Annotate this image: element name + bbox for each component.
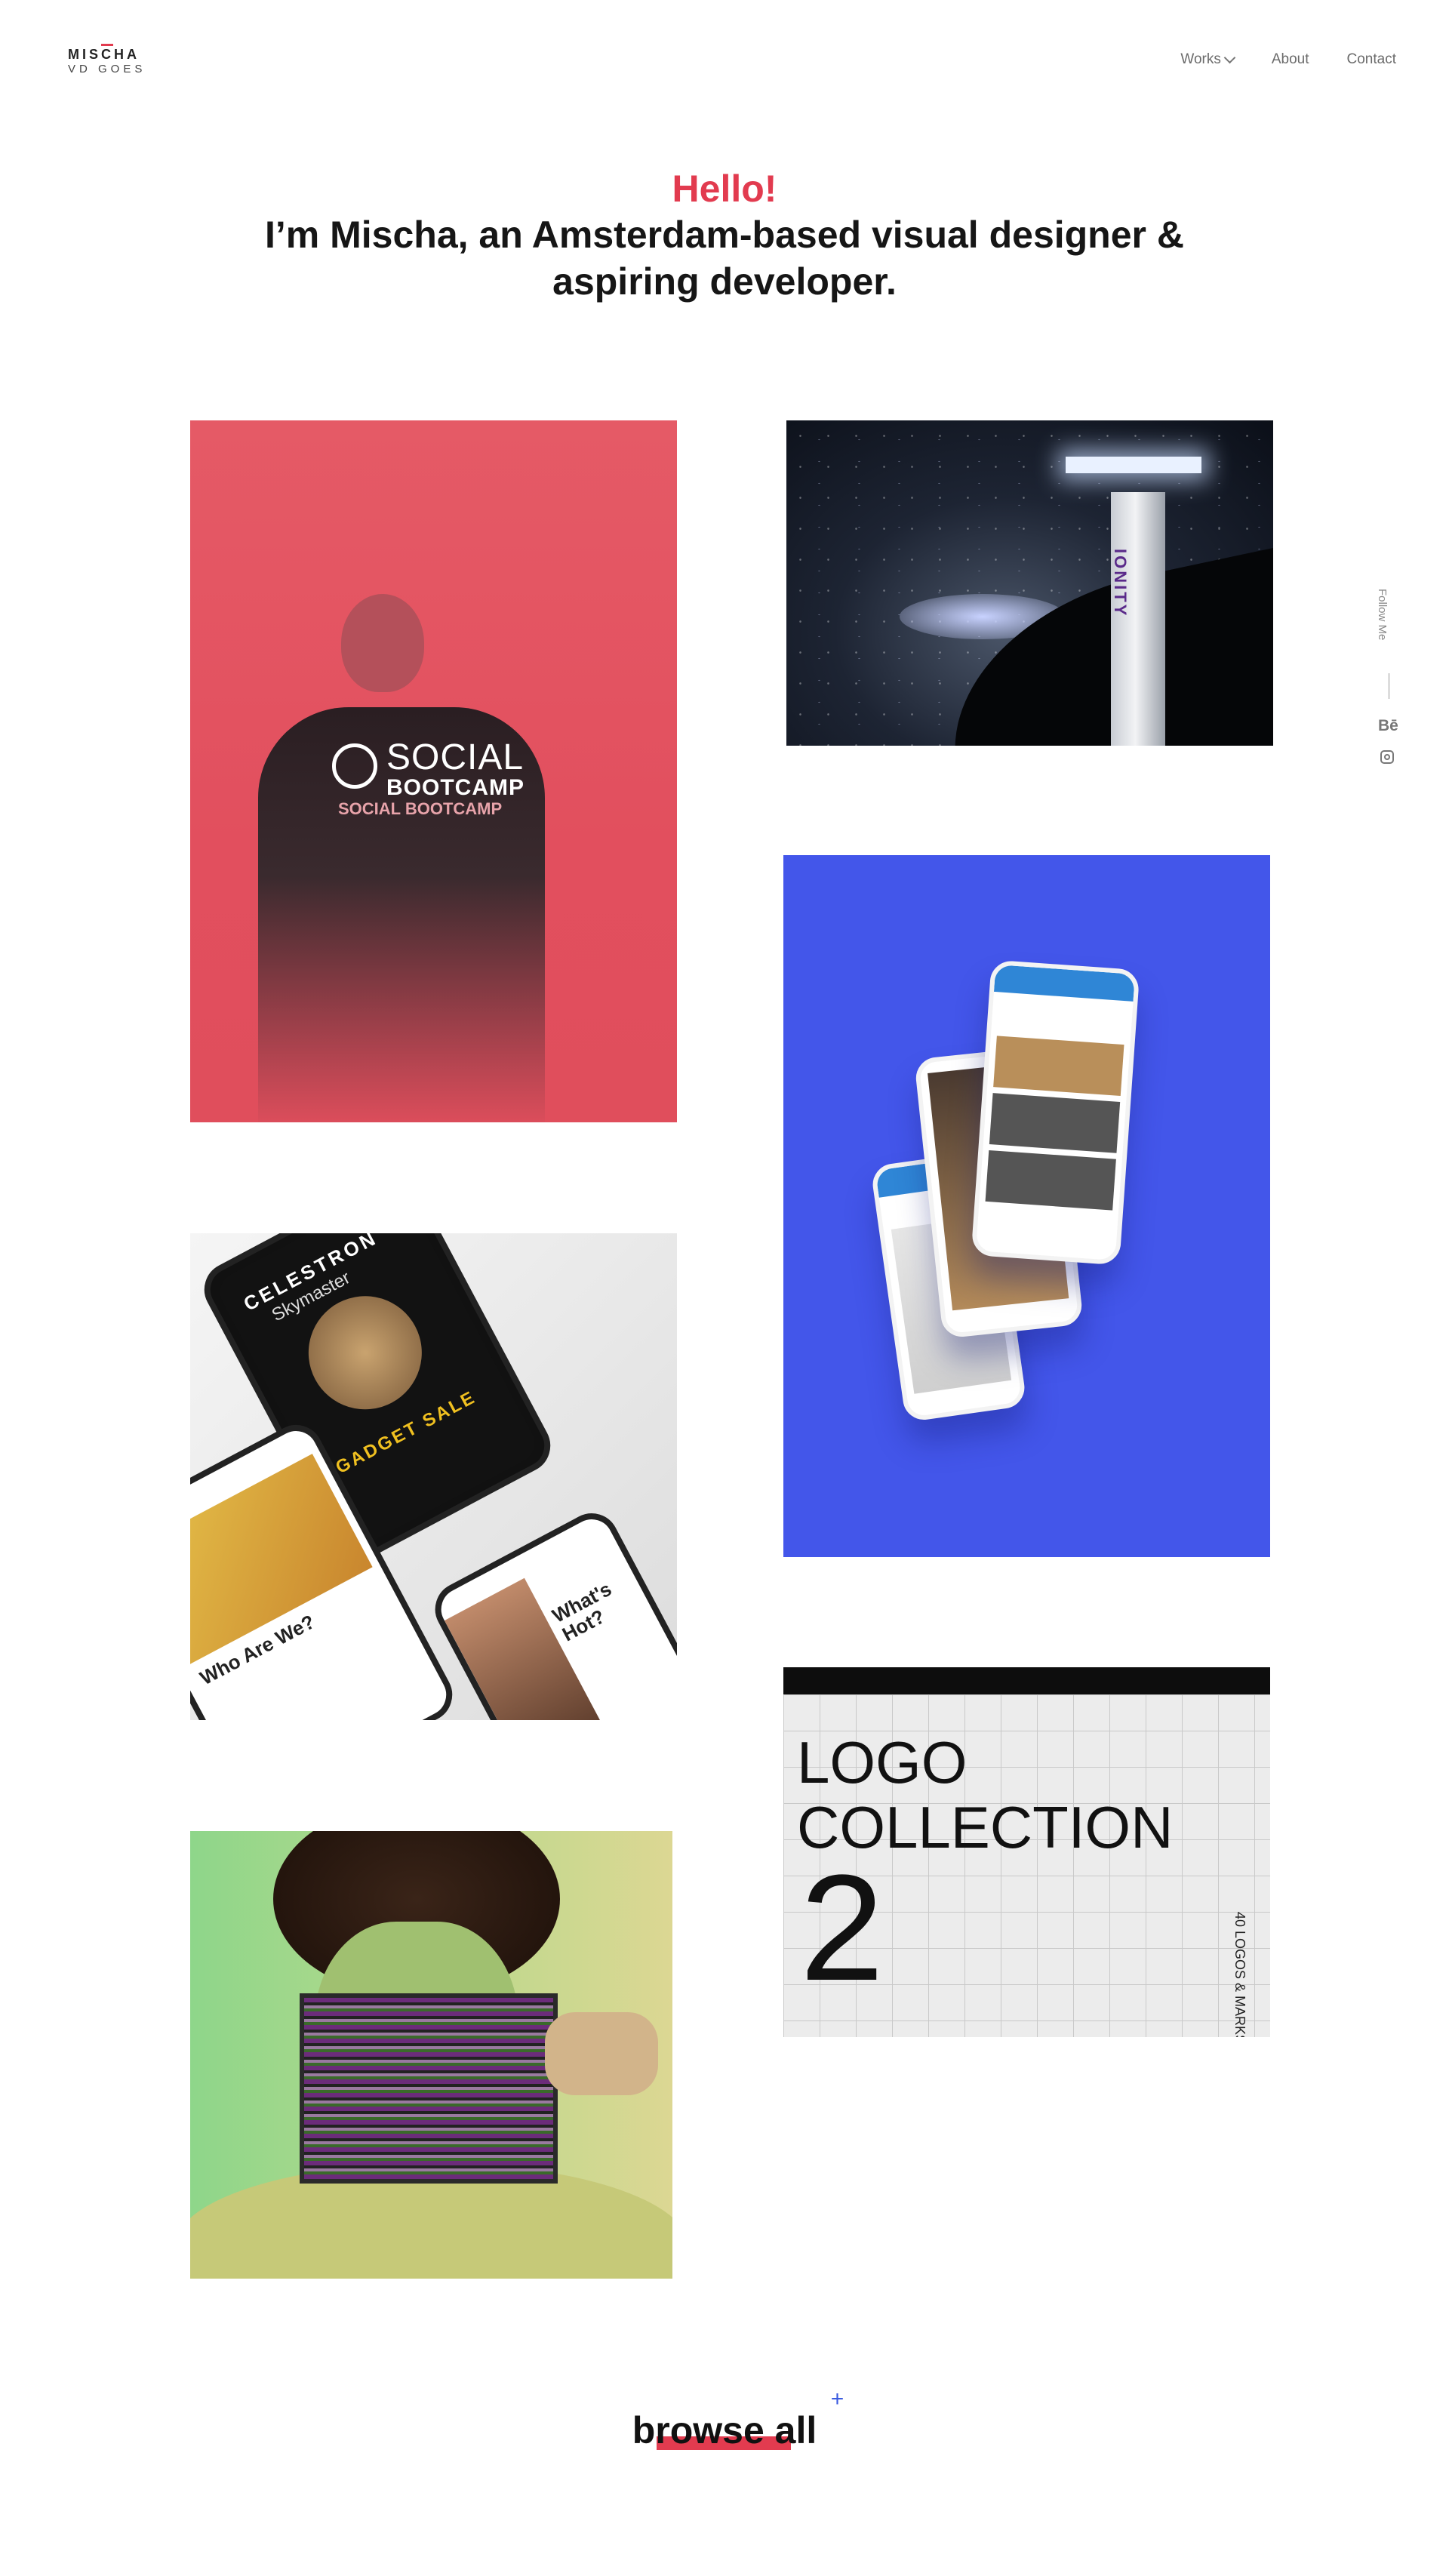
chapter-card (993, 1036, 1124, 1096)
hero: Hello! I’m Mischa, an Amsterdam-based vi… (0, 166, 1449, 305)
nav-label-about: About (1271, 51, 1309, 67)
browse-all-section: browse all + (0, 2387, 1449, 2454)
browse-all-label: browse all (632, 2409, 817, 2451)
work-tile-glitch-portrait[interactable] (190, 1831, 672, 2279)
charger-brand: IONITY (1111, 549, 1130, 618)
plus-icon: + (830, 2387, 844, 2411)
glitch-card (300, 1993, 558, 2184)
follow-me-sidebar: Follow Me Bē (1366, 589, 1411, 785)
work-tile-social-bootcamp[interactable]: SOCIAL BOOTCAMP SOCIAL BOOTCAMP (190, 420, 677, 1122)
social-bootcamp-wordmark: SOCIAL BOOTCAMP (386, 739, 525, 799)
browse-all-link[interactable]: browse all + (632, 2387, 844, 2454)
poster-number: 2 (800, 1844, 884, 2012)
handshake-logo-icon (332, 743, 377, 789)
nav-label-works: Works (1180, 51, 1221, 67)
nav-item-about[interactable]: About (1272, 51, 1309, 68)
chapter-card-locked (985, 1150, 1116, 1211)
work-tile-app-mockups[interactable] (783, 855, 1270, 1557)
work-tile-gifty-phones[interactable]: CELESTRON Skymaster GADGET SALE Who Are … (190, 1233, 677, 1720)
hero-intro: I’m Mischa, an Amsterdam-based visual de… (265, 214, 1184, 303)
portrait-head (341, 594, 424, 692)
main-nav: Works About Contact (1180, 51, 1396, 68)
wordmark-line-2: BOOTCAMP (386, 775, 525, 800)
phone-mockup-hot: What's Hot? (426, 1503, 677, 1720)
charging-station (1111, 492, 1165, 746)
phone-heading: What's Hot? (548, 1577, 616, 1646)
chevron-down-icon (1223, 51, 1236, 63)
logo-accent-bar (101, 44, 113, 46)
work-tile-ionity[interactable]: IONITY (786, 420, 1273, 746)
logo-line-2: VD GOES (68, 63, 146, 75)
behance-icon[interactable]: Bē (1378, 717, 1398, 735)
chapter-card-locked (989, 1093, 1121, 1153)
follow-me-label: Follow Me (1376, 589, 1389, 641)
instagram-icon[interactable] (1380, 750, 1394, 764)
phone-mockup-3 (971, 959, 1140, 1266)
site-logo[interactable]: MISCHA VD GOES (68, 44, 158, 80)
charger-light (1066, 457, 1201, 473)
shirt-print: SOCIAL BOOTCAMP (338, 799, 503, 818)
hero-greeting: Hello! (672, 168, 777, 210)
work-tile-logo-collection[interactable]: LOGO COLLECTION 2 40 LOGOS & MARKS (783, 1667, 1270, 2037)
wordmark-line-1: SOCIAL (386, 737, 525, 777)
holding-hand (545, 2012, 658, 2095)
poster-line-1: LOGO (797, 1729, 968, 1796)
nav-item-works[interactable]: Works (1180, 51, 1236, 68)
grid-paper: LOGO COLLECTION 2 40 LOGOS & MARKS (783, 1694, 1270, 2037)
logo-line-1: MISCHA (68, 47, 140, 62)
nav-item-contact[interactable]: Contact (1347, 51, 1396, 68)
nav-label-contact: Contact (1346, 51, 1396, 67)
poster-side-text: 40 LOGOS & MARKS (1232, 1912, 1247, 2037)
